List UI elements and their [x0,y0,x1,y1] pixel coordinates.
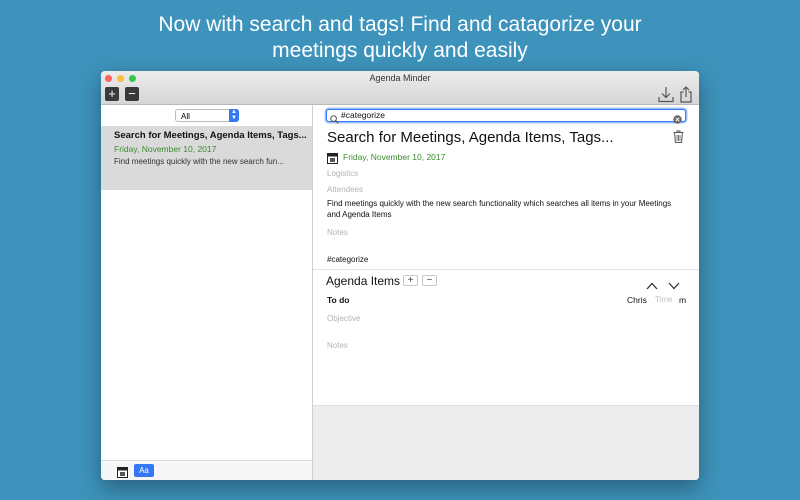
remove-agenda-item-button[interactable]: − [422,275,437,286]
calendar-icon[interactable] [117,465,128,480]
empty-area [313,405,699,480]
meeting-notes-field[interactable]: Notes [327,228,348,237]
meeting-item-snippet: Find meetings quickly with the new searc… [114,157,284,166]
sidebar-footer: Aa [101,460,312,480]
headline-line-1: Now with search and tags! Find and catag… [158,13,642,36]
meeting-item-date: Friday, November 10, 2017 [114,144,217,154]
remove-meeting-button[interactable]: − [125,87,139,101]
meeting-detail: Search for Meetings, Agenda Items, Tags.… [313,105,699,480]
filter-dropdown[interactable]: All ▲ ▼ [175,109,239,122]
window-title: Agenda Minder [369,73,431,83]
title-bar: Agenda Minder + − [101,71,699,105]
chevron-up-icon[interactable] [646,277,658,295]
chevron-down-icon[interactable] [668,277,680,295]
download-icon[interactable] [658,86,674,103]
search-input[interactable] [341,110,671,121]
clear-search-icon[interactable] [673,111,682,129]
search-icon [330,111,339,129]
agenda-items-heading: Agenda Items [326,274,401,288]
headline-line-2: meetings quickly and easily [272,39,528,62]
headline: Now with search and tags! Find and catag… [0,12,800,64]
font-size-button[interactable]: Aa [134,464,154,477]
meeting-list-item[interactable]: Search for Meetings, Agenda Items, Tags.… [101,126,312,190]
sidebar: All ▲ ▼ Search for Meetings, Agenda Items… [101,105,313,480]
agenda-item-time-field[interactable]: Time [655,295,672,304]
trash-icon[interactable] [673,130,684,148]
add-agenda-item-button[interactable]: + [403,275,418,286]
attendees-field[interactable]: Attendees [327,185,363,194]
logistics-field[interactable]: Logistics [327,169,358,178]
agenda-item-title[interactable]: To do [327,295,350,305]
meeting-description[interactable]: Find meetings quickly with the new searc… [327,199,677,220]
meeting-title[interactable]: Search for Meetings, Agenda Items, Tags.… [327,129,614,146]
agenda-item-assignee[interactable]: Chris [627,295,647,305]
share-icon[interactable] [678,86,694,103]
meeting-date[interactable]: Friday, November 10, 2017 [343,152,445,162]
add-meeting-button[interactable]: + [105,87,119,101]
app-window: Agenda Minder + − All ▲ ▼ Search for Meet… [101,71,699,480]
agenda-item-objective-field[interactable]: Objective [327,314,360,323]
filter-selected-value: All [181,112,190,121]
section-divider [313,269,699,270]
agenda-item-time-unit: m [679,295,687,305]
agenda-item-notes-field[interactable]: Notes [327,341,348,350]
meeting-item-title: Search for Meetings, Agenda Items, Tags.… [114,130,307,141]
calendar-icon[interactable] [327,151,338,169]
meeting-tag[interactable]: #categorize [327,255,368,264]
search-field[interactable] [326,109,686,124]
chevron-updown-icon[interactable]: ▲ ▼ [229,109,239,122]
